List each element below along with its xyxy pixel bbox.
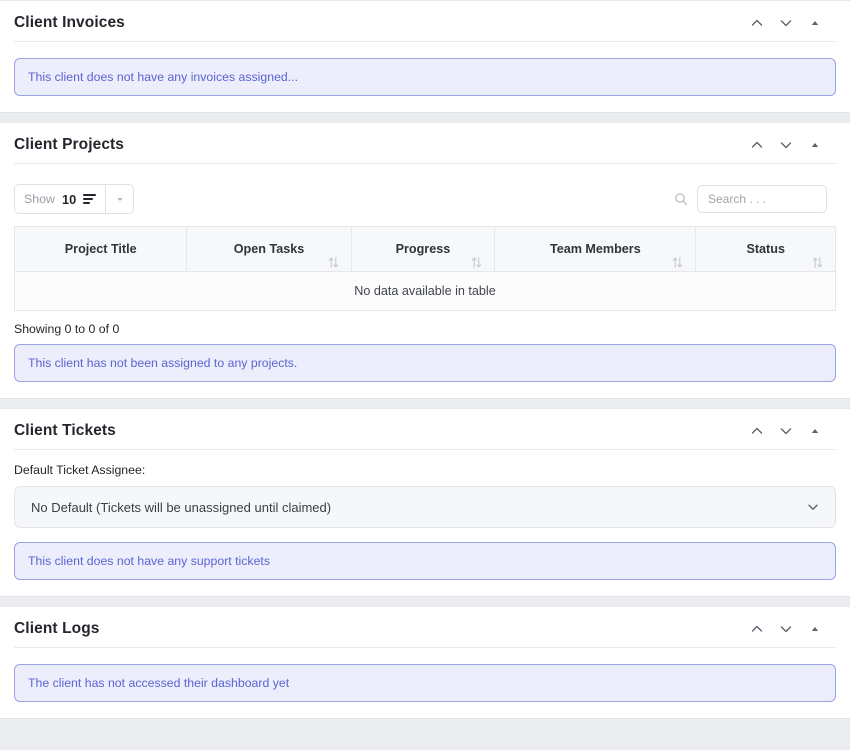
chevron-down-icon[interactable]	[777, 14, 795, 32]
default-ticket-assignee-label: Default Ticket Assignee:	[14, 450, 836, 486]
card-header-tools-invoices	[748, 14, 836, 32]
triangle-up-icon[interactable]	[806, 14, 824, 32]
page-title-projects: Client Projects	[14, 136, 124, 154]
sort-toggle-icon[interactable]	[672, 256, 683, 269]
chevron-up-icon[interactable]	[748, 136, 766, 154]
triangle-up-icon[interactable]	[806, 422, 824, 440]
card-header-tools-projects	[748, 136, 836, 154]
client-logs-card: Client Logs The client has not accessed …	[0, 606, 850, 719]
tickets-empty-alert: This client does not have any support ti…	[14, 542, 836, 580]
triangle-up-icon[interactable]	[806, 136, 824, 154]
search-icon	[674, 192, 688, 206]
column-header-open-tasks[interactable]: Open Tasks	[187, 227, 351, 272]
default-ticket-assignee-value: No Default (Tickets will be unassigned u…	[31, 500, 331, 515]
page-title-invoices: Client Invoices	[14, 14, 125, 32]
divider	[14, 647, 836, 648]
projects-empty-alert: This client has not been assigned to any…	[14, 344, 836, 382]
column-label: Open Tasks	[234, 242, 304, 256]
client-projects-card: Client Projects Show 10	[0, 122, 850, 399]
client-invoices-card: Client Invoices This client does not hav…	[0, 0, 850, 113]
card-gap	[0, 597, 850, 606]
chevron-up-icon[interactable]	[748, 620, 766, 638]
triangle-up-icon[interactable]	[806, 620, 824, 638]
table-empty-message: No data available in table	[15, 272, 836, 311]
page-length-display[interactable]: Show 10	[15, 185, 105, 213]
sort-toggle-icon[interactable]	[328, 256, 339, 269]
client-invoices-header: Client Invoices	[14, 1, 836, 41]
card-header-tools-tickets	[748, 422, 836, 440]
card-gap	[0, 113, 850, 122]
column-label: Project Title	[65, 242, 137, 256]
table-search-group	[674, 185, 836, 213]
card-header-tools-logs	[748, 620, 836, 638]
projects-table-body: No data available in table	[15, 272, 836, 311]
page-title-tickets: Client Tickets	[14, 422, 116, 440]
page-length-label: Show	[24, 192, 55, 206]
column-header-progress[interactable]: Progress	[351, 227, 495, 272]
client-tickets-header: Client Tickets	[14, 409, 836, 449]
projects-table: Project Title Open Tasks Progress	[14, 226, 836, 311]
page-length-selector[interactable]: Show 10	[14, 184, 134, 214]
sort-toggle-icon[interactable]	[471, 256, 482, 269]
client-logs-header: Client Logs	[14, 607, 836, 647]
chevron-down-icon[interactable]	[777, 422, 795, 440]
client-detail-page: Client Invoices This client does not hav…	[0, 0, 850, 750]
chevron-up-icon[interactable]	[748, 422, 766, 440]
page-title-logs: Client Logs	[14, 620, 100, 638]
logs-empty-alert: The client has not accessed their dashbo…	[14, 664, 836, 702]
card-gap	[0, 399, 850, 408]
chevron-up-icon[interactable]	[748, 14, 766, 32]
column-label: Status	[746, 242, 785, 256]
table-header-row: Project Title Open Tasks Progress	[15, 227, 836, 272]
client-projects-header: Client Projects	[14, 123, 836, 163]
column-label: Team Members	[550, 242, 641, 256]
chevron-down-icon[interactable]	[806, 500, 820, 514]
sort-lines-icon	[83, 194, 96, 204]
chevron-down-icon[interactable]	[777, 620, 795, 638]
table-showing-info: Showing 0 to 0 of 0	[14, 311, 836, 340]
default-ticket-assignee-select[interactable]: No Default (Tickets will be unassigned u…	[14, 486, 836, 528]
search-input[interactable]	[697, 185, 827, 213]
column-label: Progress	[396, 242, 451, 256]
column-header-status[interactable]: Status	[696, 227, 836, 272]
page-length-value: 10	[62, 192, 76, 207]
chevron-down-icon[interactable]	[777, 136, 795, 154]
sort-toggle-icon[interactable]	[812, 256, 823, 269]
table-controls: Show 10	[14, 164, 836, 226]
column-header-team-members[interactable]: Team Members	[495, 227, 696, 272]
divider	[14, 41, 836, 42]
column-header-project-title[interactable]: Project Title	[15, 227, 187, 272]
invoices-empty-alert: This client does not have any invoices a…	[14, 58, 836, 96]
projects-table-head: Project Title Open Tasks Progress	[15, 227, 836, 272]
table-row: No data available in table	[15, 272, 836, 311]
chevron-down-icon[interactable]	[105, 185, 133, 213]
client-tickets-card: Client Tickets Default Ticket Assignee: …	[0, 408, 850, 597]
